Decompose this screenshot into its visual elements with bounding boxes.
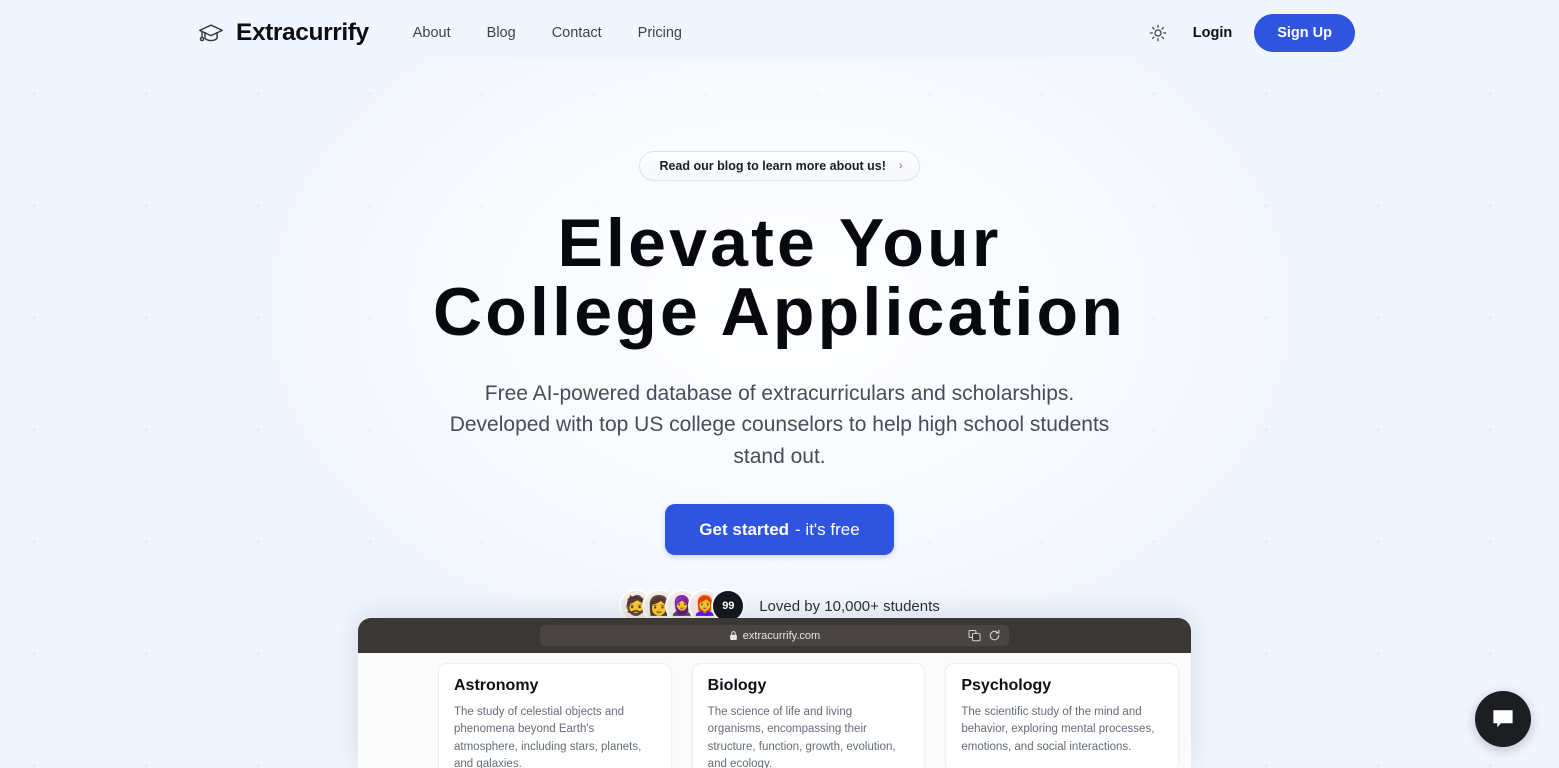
social-proof-text: Loved by 10,000+ students	[759, 597, 940, 615]
blog-announcement-banner[interactable]: Read our blog to learn more about us! ›	[639, 151, 920, 181]
get-started-button[interactable]: Get started - it's free	[665, 504, 894, 556]
browser-url-text: extracurrify.com	[742, 629, 821, 642]
site-header: Extracurrify About Blog Contact Pricing …	[0, 0, 1559, 66]
chevron-right-icon: ›	[898, 159, 903, 172]
hero-section: Read our blog to learn more about us! › …	[0, 66, 1559, 624]
sun-icon	[1149, 24, 1167, 42]
hero-title-line-1: Elevate Your	[557, 205, 1002, 281]
browser-url-bar[interactable]: extracurrify.com	[540, 625, 1009, 646]
chat-bubble-icon	[1493, 710, 1513, 728]
signup-button[interactable]: Sign Up	[1254, 14, 1355, 52]
browser-viewport: Astronomy The study of celestial objects…	[358, 653, 1191, 768]
subject-card[interactable]: Psychology The scientific study of the m…	[945, 663, 1180, 768]
lock-icon	[729, 631, 737, 640]
nav-link-about[interactable]: About	[413, 25, 451, 41]
main-nav: About Blog Contact Pricing	[413, 25, 682, 41]
cta-label-strong: Get started	[699, 519, 790, 539]
reload-icon[interactable]	[988, 629, 1001, 642]
login-link[interactable]: Login	[1193, 25, 1232, 41]
hero-title-line-2: College Application	[433, 274, 1126, 351]
subject-card-description: The science of life and living organisms…	[707, 706, 896, 768]
nav-link-blog[interactable]: Blog	[487, 25, 516, 41]
landing-page: Extracurrify About Blog Contact Pricing …	[0, 0, 1559, 768]
subject-card[interactable]: Astronomy The study of celestial objects…	[438, 663, 672, 768]
browser-chrome: extracurrify.com	[358, 618, 1191, 653]
theme-toggle-button[interactable]	[1145, 20, 1171, 46]
brand-name: Extracurrify	[236, 19, 369, 46]
page-title: Elevate Your College Application	[0, 205, 1559, 351]
subject-card-title: Biology	[707, 677, 767, 694]
subject-card-title: Psychology	[961, 677, 1052, 694]
graduation-cap-icon	[199, 24, 223, 42]
blog-banner-text: Read our blog to learn more about us!	[659, 159, 886, 173]
header-actions: Login Sign Up	[1145, 14, 1355, 52]
subject-card[interactable]: Biology The science of life and living o…	[691, 663, 926, 768]
chat-widget-button[interactable]	[1475, 691, 1531, 747]
subject-card-title: Astronomy	[454, 677, 539, 694]
hero-subtitle: Free AI-powered database of extracurricu…	[449, 381, 1110, 468]
brand-logo-link[interactable]: Extracurrify	[196, 18, 369, 48]
browser-mockup: extracurrify.com Astronomy The study of …	[358, 618, 1191, 768]
nav-link-contact[interactable]: Contact	[552, 25, 602, 41]
subject-card-description: The scientific study of the mind and beh…	[961, 706, 1155, 753]
translate-icon[interactable]	[968, 629, 981, 642]
nav-link-pricing[interactable]: Pricing	[638, 25, 682, 41]
subject-card-description: The study of celestial objects and pheno…	[454, 706, 642, 768]
browser-url-actions	[968, 629, 1001, 642]
cta-label-rest: - it's free	[795, 519, 860, 539]
url-display: extracurrify.com	[729, 630, 820, 642]
